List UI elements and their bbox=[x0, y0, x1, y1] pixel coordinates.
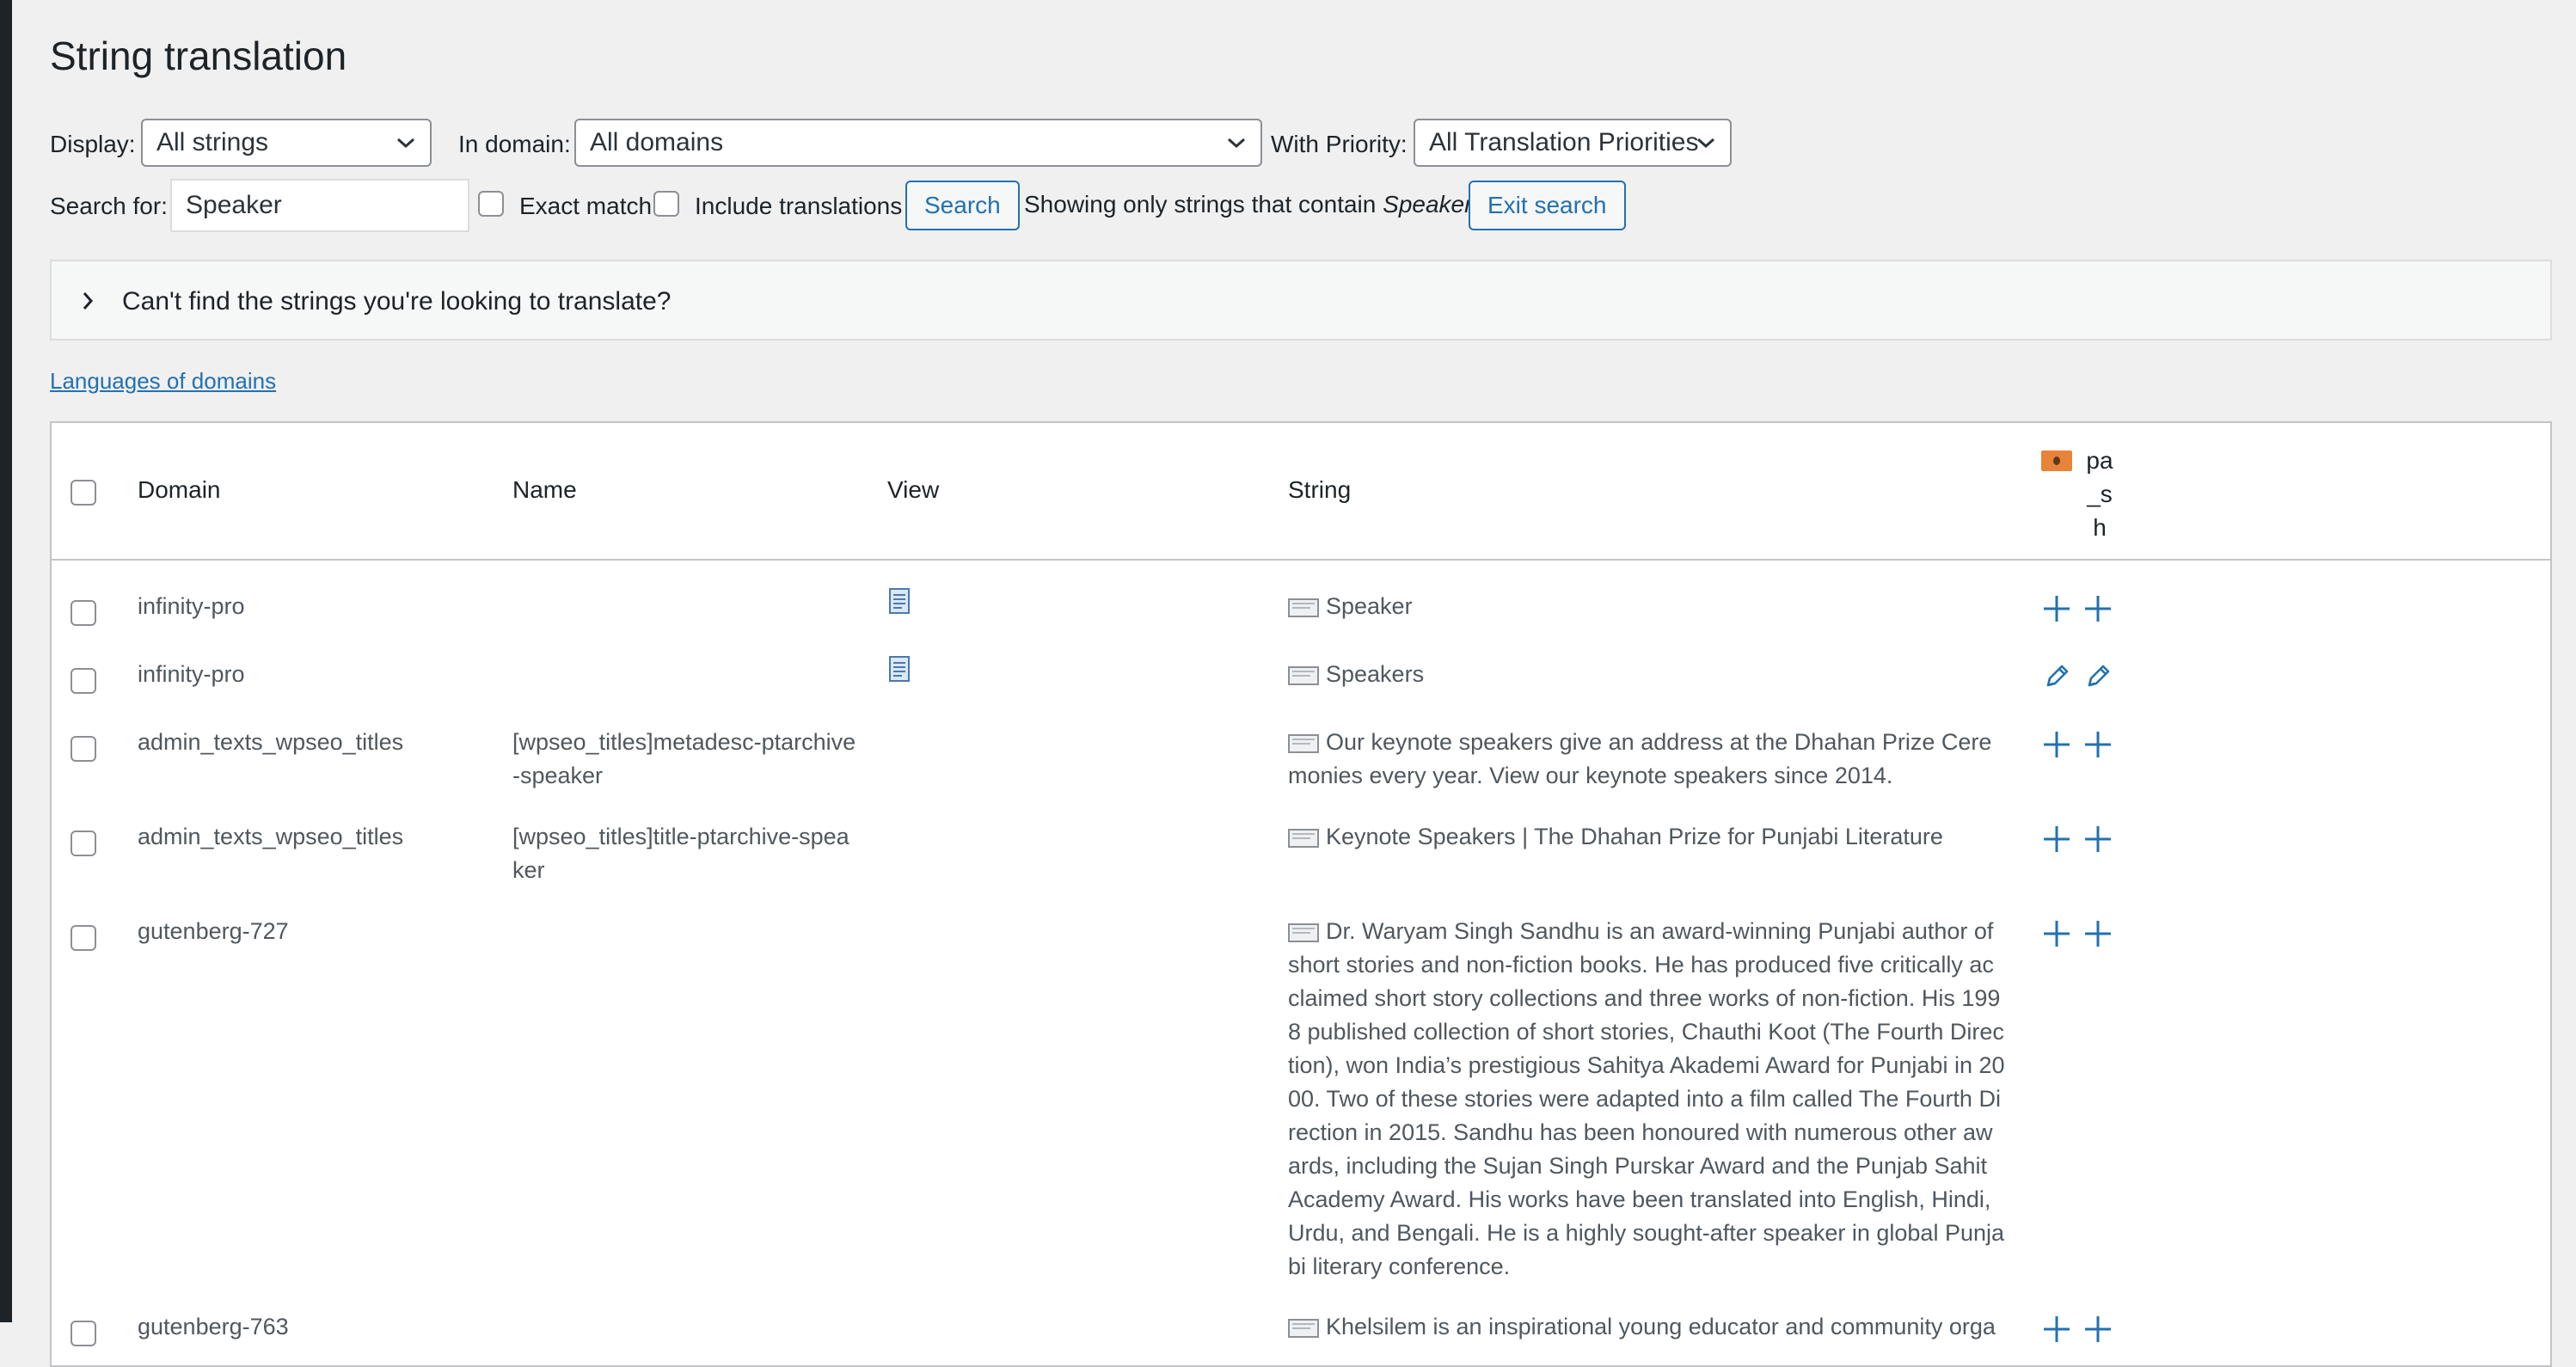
page-title: String translation bbox=[50, 34, 347, 78]
domain-cell: gutenberg-727 bbox=[138, 918, 289, 944]
add-translation-icon[interactable] bbox=[2082, 593, 2113, 624]
search-input[interactable]: Speaker bbox=[170, 179, 469, 232]
search-notice: Showing only strings that contain Speake… bbox=[1024, 191, 1472, 218]
view-page-icon[interactable] bbox=[889, 588, 910, 614]
string-type-icon bbox=[1288, 593, 1319, 617]
string-cell: Dr. Waryam Singh Sandhu is an award-winn… bbox=[1288, 915, 2005, 1284]
string-cell: Speakers bbox=[1288, 658, 2005, 691]
add-translation-icon[interactable] bbox=[2082, 729, 2113, 760]
admin-sidebar-edge bbox=[0, 0, 12, 1322]
display-select[interactable]: All strings bbox=[141, 119, 432, 167]
priority-label: With Priority: bbox=[1271, 131, 1408, 157]
name-cell: [wpseo_titles]metadesc-ptarchive-speaker bbox=[512, 729, 856, 788]
string-text: Dr. Waryam Singh Sandhu is an award-winn… bbox=[1288, 918, 2005, 1279]
add-translation-icon[interactable] bbox=[2041, 918, 2072, 949]
domain-cell: admin_texts_wpseo_titles bbox=[138, 729, 404, 755]
string-cell: Our keynote speakers give an address at … bbox=[1288, 726, 2005, 793]
strings-table: Domain Name View String pa _s h infinity… bbox=[50, 421, 2552, 1367]
include-translations-checkbox[interactable] bbox=[653, 191, 679, 217]
search-notice-term: Speaker bbox=[1383, 191, 1473, 218]
priority-select-value: All Translation Priorities bbox=[1429, 128, 1699, 156]
domain-cell: admin_texts_wpseo_titles bbox=[138, 824, 404, 849]
row-checkbox[interactable] bbox=[71, 925, 96, 951]
string-text: Our keynote speakers give an address at … bbox=[1288, 729, 1992, 788]
add-translation-icon[interactable] bbox=[2082, 1314, 2113, 1345]
table-header: Domain Name View String pa _s h bbox=[52, 423, 2550, 561]
chevron-down-icon bbox=[397, 138, 414, 149]
add-translation-icon[interactable] bbox=[2041, 593, 2072, 624]
row-checkbox[interactable] bbox=[71, 736, 96, 762]
include-translations-label: Include translations bbox=[695, 193, 903, 219]
column-string[interactable]: String bbox=[1288, 476, 1351, 504]
search-notice-prefix: Showing only strings that contain bbox=[1024, 191, 1377, 218]
string-text: Keynote Speakers | The Dhahan Prize for … bbox=[1326, 824, 1943, 849]
exact-match-checkbox[interactable] bbox=[478, 191, 504, 217]
search-button[interactable]: Search bbox=[905, 181, 1020, 230]
string-cell: Speaker bbox=[1288, 590, 2005, 623]
string-cell: Keynote Speakers | The Dhahan Prize for … bbox=[1288, 820, 2005, 854]
display-label: Display: bbox=[50, 131, 136, 157]
domain-cell: infinity-pro bbox=[138, 593, 245, 619]
punjabi-flag-icon bbox=[2041, 451, 2072, 471]
language-code: pa _s h bbox=[2082, 444, 2117, 544]
string-type-icon bbox=[1288, 824, 1319, 848]
search-label: Search for: bbox=[50, 193, 168, 219]
add-translation-icon[interactable] bbox=[2041, 1314, 2072, 1345]
string-type-icon bbox=[1288, 1314, 1319, 1338]
column-name[interactable]: Name bbox=[512, 476, 577, 504]
string-cell: Khelsilem is an inspirational young educ… bbox=[1288, 1310, 2005, 1344]
string-type-icon bbox=[1288, 729, 1319, 753]
edit-translation-icon[interactable] bbox=[2082, 661, 2113, 692]
display-select-value: All strings bbox=[156, 128, 269, 156]
chevron-right-icon bbox=[83, 292, 94, 310]
string-type-icon bbox=[1288, 661, 1319, 685]
string-text: Khelsilem is an inspirational young educ… bbox=[1326, 1314, 1996, 1339]
domain-cell: infinity-pro bbox=[138, 661, 245, 687]
chevron-down-icon bbox=[1697, 138, 1714, 149]
priority-select[interactable]: All Translation Priorities bbox=[1414, 119, 1732, 167]
add-translation-icon[interactable] bbox=[2041, 824, 2072, 855]
languages-of-domains-link[interactable]: Languages of domains bbox=[50, 368, 276, 395]
exit-search-button[interactable]: Exit search bbox=[1469, 181, 1626, 230]
string-text: Speakers bbox=[1326, 661, 1425, 687]
domain-cell: gutenberg-763 bbox=[138, 1314, 289, 1339]
add-translation-icon[interactable] bbox=[2082, 918, 2113, 949]
row-checkbox[interactable] bbox=[71, 1321, 96, 1346]
row-checkbox[interactable] bbox=[71, 600, 96, 626]
string-text: Speaker bbox=[1326, 593, 1413, 619]
edit-translation-icon[interactable] bbox=[2041, 661, 2072, 692]
exact-match-label: Exact match bbox=[519, 193, 653, 219]
column-view: View bbox=[887, 476, 940, 503]
add-translation-icon[interactable] bbox=[2041, 729, 2072, 760]
language-code-line: h bbox=[2093, 514, 2107, 541]
column-domain[interactable]: Domain bbox=[138, 476, 220, 504]
domain-select[interactable]: All domains bbox=[574, 119, 1262, 167]
missing-strings-accordion[interactable]: Can't find the strings you're looking to… bbox=[50, 260, 2552, 340]
name-cell: [wpseo_titles]title-ptarchive-speaker bbox=[512, 824, 849, 883]
select-all-checkbox[interactable] bbox=[71, 480, 96, 506]
view-page-icon[interactable] bbox=[889, 656, 910, 682]
row-checkbox[interactable] bbox=[71, 831, 96, 856]
language-code-line: pa bbox=[2086, 447, 2113, 474]
language-code-line: _s bbox=[2087, 481, 2113, 507]
chevron-down-icon bbox=[1228, 138, 1245, 149]
row-checkbox[interactable] bbox=[71, 668, 96, 694]
accordion-title: Can't find the strings you're looking to… bbox=[122, 287, 672, 316]
domain-select-value: All domains bbox=[590, 128, 724, 156]
string-type-icon bbox=[1288, 918, 1319, 942]
add-translation-icon[interactable] bbox=[2082, 824, 2113, 855]
domain-label: In domain: bbox=[458, 131, 571, 157]
